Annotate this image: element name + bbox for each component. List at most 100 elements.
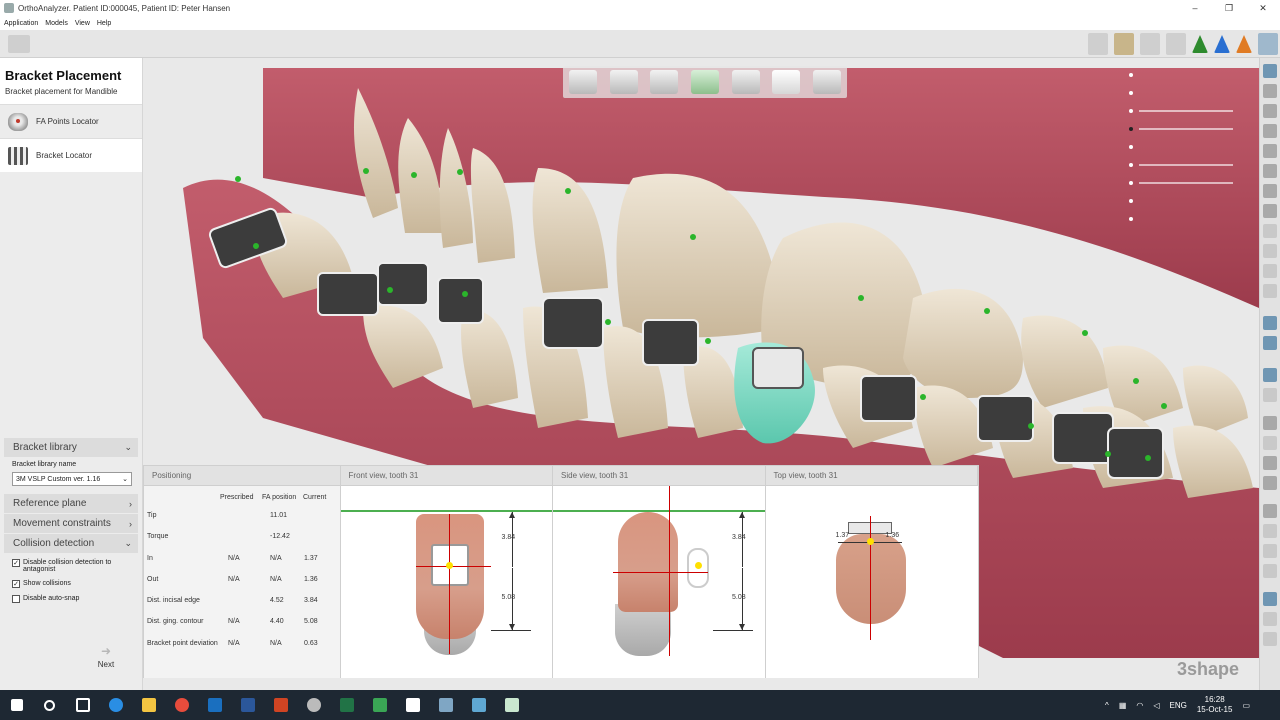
- bracket-view-icon[interactable]: [1258, 33, 1278, 55]
- chart-icon[interactable]: [1263, 368, 1277, 382]
- curve-icon[interactable]: [1263, 388, 1277, 402]
- checkbox-checked[interactable]: ✓: [12, 559, 20, 567]
- menu-help[interactable]: Help: [97, 20, 111, 27]
- app-icon[interactable]: [396, 690, 429, 720]
- bracket-icon[interactable]: [1263, 164, 1277, 178]
- search-icon[interactable]: [33, 690, 66, 720]
- shield-icon[interactable]: [1263, 416, 1277, 430]
- reference-plane-header[interactable]: Reference plane ›: [4, 494, 138, 514]
- chrome-icon[interactable]: [165, 690, 198, 720]
- zoom-icon[interactable]: [1263, 224, 1277, 238]
- language-indicator[interactable]: ENG: [1170, 701, 1187, 710]
- copy-icon[interactable]: [1263, 524, 1277, 538]
- file-explorer-icon[interactable]: [132, 690, 165, 720]
- edge-icon[interactable]: [99, 690, 132, 720]
- close-button[interactable]: ✕: [1246, 0, 1280, 16]
- shield-icon[interactable]: [1263, 564, 1277, 578]
- mandible-axis-icon[interactable]: [1214, 35, 1230, 53]
- lower-jaw-view-icon[interactable]: [731, 70, 760, 94]
- outlook-icon[interactable]: [198, 690, 231, 720]
- next-button[interactable]: ➜ Next: [72, 644, 140, 676]
- bracket-library-select[interactable]: 3M VSLP Custom ver. 1.16 ⌄: [12, 472, 132, 486]
- chevron-up-icon[interactable]: ^: [1105, 701, 1109, 710]
- menu-view[interactable]: View: [75, 20, 90, 27]
- minimize-button[interactable]: –: [1178, 0, 1212, 16]
- tooth-icon[interactable]: [1263, 456, 1277, 470]
- cone-icon[interactable]: [1263, 204, 1277, 218]
- app-icon[interactable]: [462, 690, 495, 720]
- orthoanalyzer-icon[interactable]: [429, 690, 462, 720]
- crop-icon[interactable]: [1263, 436, 1277, 450]
- globe-icon[interactable]: [1263, 316, 1277, 330]
- upper-jaw-view-icon[interactable]: [569, 70, 598, 94]
- bracket-check-icon[interactable]: [812, 70, 841, 94]
- clock[interactable]: 16:28 15-Oct-15: [1197, 695, 1233, 715]
- side-view-icon[interactable]: [650, 70, 679, 94]
- current-value: 3.84: [304, 597, 318, 605]
- refresh-icon[interactable]: [1263, 284, 1277, 298]
- front-view-pane[interactable]: 3.84 5.08: [340, 486, 554, 678]
- slider-row[interactable]: [1129, 192, 1249, 210]
- excel-icon[interactable]: [330, 690, 363, 720]
- collision-detection-header[interactable]: Collision detection ⌄: [4, 534, 138, 554]
- disable-collision-antagonist-option[interactable]: ✓ Disable collision detection to antagon…: [12, 559, 138, 573]
- volume-icon[interactable]: ◁: [1153, 701, 1159, 710]
- view-icon[interactable]: [1263, 336, 1277, 350]
- slider-row[interactable]: [1129, 84, 1249, 102]
- slider-row[interactable]: [1129, 102, 1249, 120]
- bracket-icon[interactable]: [1263, 124, 1277, 138]
- both-axis-icon[interactable]: [1236, 35, 1252, 53]
- move-tooth-icon[interactable]: [1263, 84, 1277, 98]
- model-view-icon[interactable]: [1088, 33, 1108, 55]
- movement-constraints-header[interactable]: Movement constraints ›: [4, 514, 138, 534]
- app-icon[interactable]: [297, 690, 330, 720]
- slider-row[interactable]: [1129, 66, 1249, 84]
- top-view-pane[interactable]: 1.37 1.36: [765, 486, 978, 678]
- rotate-icon[interactable]: [1263, 592, 1277, 606]
- cut-icon[interactable]: [1263, 264, 1277, 278]
- bracket-icon[interactable]: [1263, 144, 1277, 158]
- front-view-icon[interactable]: [609, 70, 638, 94]
- shield-icon[interactable]: [1263, 504, 1277, 518]
- maxilla-axis-icon[interactable]: [1192, 35, 1208, 53]
- tooth-select-icon[interactable]: [1263, 64, 1277, 78]
- shield-icon[interactable]: [1263, 184, 1277, 198]
- home-icon[interactable]: [8, 35, 30, 53]
- pan-icon[interactable]: [1263, 612, 1277, 626]
- wifi-icon[interactable]: ◠: [1136, 701, 1143, 710]
- notification-icon[interactable]: ▭: [1242, 701, 1250, 710]
- menu-models[interactable]: Models: [45, 20, 68, 27]
- mandible-view-icon[interactable]: [772, 70, 801, 94]
- windows-start-icon[interactable]: [0, 690, 33, 720]
- word-icon[interactable]: [231, 690, 264, 720]
- texture-icon[interactable]: [1114, 33, 1134, 55]
- task-view-icon[interactable]: [66, 690, 99, 720]
- tooth-icon[interactable]: [1263, 476, 1277, 490]
- slider-row[interactable]: [1129, 174, 1249, 192]
- maximize-button[interactable]: ❐: [1212, 0, 1246, 16]
- camtasia-icon[interactable]: [363, 690, 396, 720]
- section-icon[interactable]: [1166, 33, 1186, 55]
- step-bracket-locator[interactable]: Bracket Locator: [0, 138, 142, 172]
- powerpoint-icon[interactable]: [264, 690, 297, 720]
- rotate-tooth-icon[interactable]: [1263, 104, 1277, 118]
- disable-auto-snap-option[interactable]: Disable auto-snap: [12, 595, 138, 603]
- occlusal-view-icon[interactable]: [690, 70, 719, 94]
- step-fa-points-locator[interactable]: FA Points Locator: [0, 104, 142, 138]
- app-icon[interactable]: [495, 690, 528, 720]
- checkbox-checked[interactable]: ✓: [12, 580, 20, 588]
- menu-application[interactable]: Application: [4, 20, 38, 27]
- layers-icon[interactable]: [1263, 544, 1277, 558]
- show-collisions-option[interactable]: ✓ Show collisions: [12, 580, 138, 588]
- slider-row[interactable]: [1129, 138, 1249, 156]
- measure-icon[interactable]: [1263, 244, 1277, 258]
- occlusion-icon[interactable]: [1140, 33, 1160, 55]
- network-icon[interactable]: ▦: [1119, 701, 1127, 710]
- slider-row[interactable]: [1129, 210, 1249, 228]
- slider-row[interactable]: [1129, 156, 1249, 174]
- bracket-library-header[interactable]: Bracket library ⌄: [4, 438, 138, 458]
- side-view-pane[interactable]: 3.84 5.08: [553, 486, 766, 678]
- checkbox-unchecked[interactable]: [12, 595, 20, 603]
- zoom-icon[interactable]: [1263, 632, 1277, 646]
- slider-row[interactable]: [1129, 120, 1249, 138]
